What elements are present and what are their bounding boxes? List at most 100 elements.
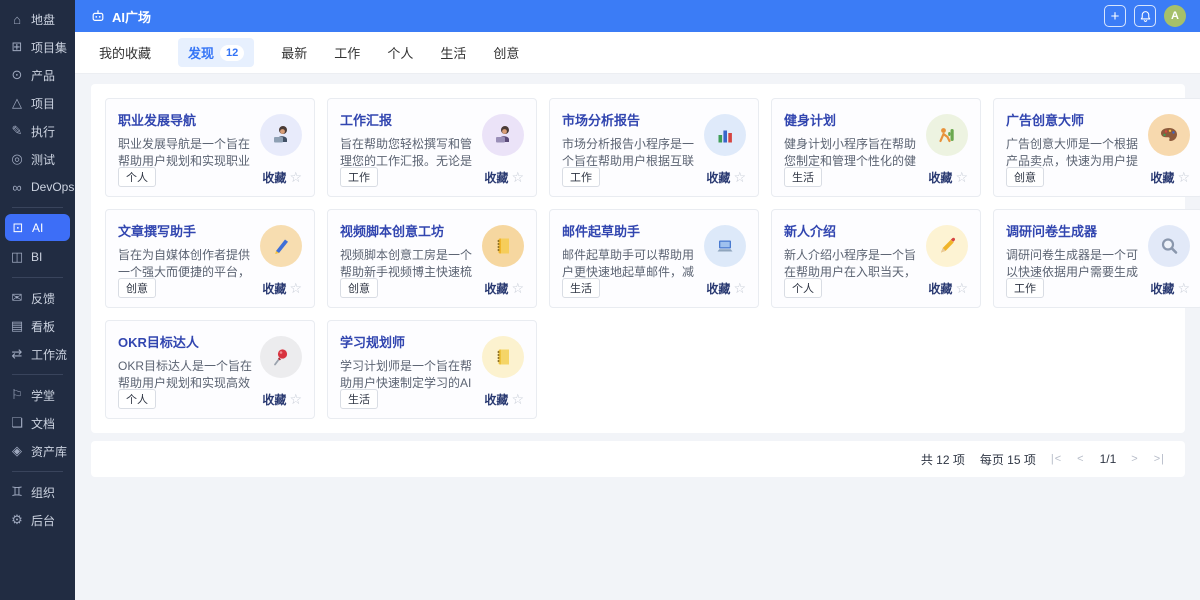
star-icon: ☆ bbox=[1177, 280, 1190, 297]
card-description: 职业发展导航是一个旨在帮助用户规划和实现职业目标的AI小... bbox=[118, 136, 260, 170]
sidebar-item-feedback[interactable]: ✉反馈 bbox=[0, 284, 75, 312]
tab-creative[interactable]: 创意 bbox=[493, 43, 519, 62]
sidebar-item-admin[interactable]: ⚙后台 bbox=[0, 506, 75, 534]
sidebar: ⌂地盘 ⊞项目集 ⊙产品 △项目 ✎执行 ◎测试 ∞DevOps ⊡AI ◫BI… bbox=[0, 0, 75, 600]
assets-icon: ◈ bbox=[10, 443, 24, 459]
create-button[interactable]: + bbox=[1104, 5, 1126, 27]
sidebar-item-product[interactable]: ⊙产品 bbox=[0, 61, 75, 89]
notifications-button[interactable] bbox=[1134, 5, 1156, 27]
app-card-article-writer[interactable]: 文章撰写助手 旨在为自媒体创作者提供一个强大而便捷的平台，助力您撰写... 创意… bbox=[105, 209, 315, 308]
favorite-button[interactable]: 收藏☆ bbox=[706, 169, 746, 186]
star-icon: ☆ bbox=[955, 280, 968, 297]
star-icon: ☆ bbox=[955, 169, 968, 186]
discover-count-badge: 12 bbox=[220, 45, 244, 61]
pagination-bar: 共 12 项 每页 15 项 |< < 1/1 > >| bbox=[91, 441, 1185, 477]
tab-discover[interactable]: 发现12 bbox=[178, 38, 254, 67]
fitness-icon bbox=[926, 114, 968, 156]
sidebar-item-docs[interactable]: ❏文档 bbox=[0, 409, 75, 437]
favorite-button[interactable]: 收藏☆ bbox=[262, 391, 302, 408]
sidebar-item-home[interactable]: ⌂地盘 bbox=[0, 5, 75, 33]
organization-icon: ♊ bbox=[10, 484, 24, 500]
sidebar-item-school[interactable]: ⚐学堂 bbox=[0, 381, 75, 409]
notebook-icon bbox=[482, 336, 524, 378]
star-icon: ☆ bbox=[511, 169, 524, 186]
sidebar-item-workflow[interactable]: ⇄工作流 bbox=[0, 340, 75, 368]
favorite-button[interactable]: 收藏☆ bbox=[484, 391, 524, 408]
tab-my-favorites[interactable]: 我的收藏 bbox=[99, 43, 151, 62]
tab-personal[interactable]: 个人 bbox=[387, 43, 413, 62]
project-set-icon: ⊞ bbox=[10, 39, 24, 55]
app-card-survey-generator[interactable]: 调研问卷生成器 调研问卷生成器是一个可以快速依据用户需要生成问卷内容的... 工… bbox=[993, 209, 1200, 308]
card-title: 新人介绍 bbox=[784, 221, 926, 240]
app-card-study-planner[interactable]: 学习规划师 学习计划师是一个旨在帮助用户快速制定学习的AI小程序，为... 生活… bbox=[327, 320, 537, 419]
favorite-button[interactable]: 收藏☆ bbox=[1150, 280, 1190, 297]
app-card-video-script-workshop[interactable]: 视频脚本创意工坊 视频脚本创意工房是一个帮助新手视频博主快速梳理视频创作... … bbox=[327, 209, 537, 308]
notebook-icon bbox=[482, 225, 524, 267]
star-icon: ☆ bbox=[1177, 169, 1190, 186]
sidebar-item-project-set[interactable]: ⊞项目集 bbox=[0, 33, 75, 61]
current-page-indicator: 1/1 bbox=[1100, 452, 1117, 466]
favorite-button[interactable]: 收藏☆ bbox=[484, 169, 524, 186]
writing-pen-icon bbox=[260, 225, 302, 267]
workflow-icon: ⇄ bbox=[10, 346, 24, 362]
favorite-button[interactable]: 收藏☆ bbox=[262, 169, 302, 186]
favorite-button[interactable]: 收藏☆ bbox=[928, 169, 968, 186]
sidebar-item-devops[interactable]: ∞DevOps bbox=[0, 173, 75, 201]
tab-latest[interactable]: 最新 bbox=[281, 43, 307, 62]
prev-page-button[interactable]: < bbox=[1077, 453, 1084, 465]
app-card-market-analysis[interactable]: 市场分析报告 市场分析报告小程序是一个旨在帮助用户根据互联网信息快速... 工作… bbox=[549, 98, 759, 197]
favorite-button[interactable]: 收藏☆ bbox=[484, 280, 524, 297]
last-page-button[interactable]: >| bbox=[1154, 453, 1165, 465]
card-title: 广告创意大师 bbox=[1006, 110, 1148, 129]
app-card-okr-master[interactable]: OKR目标达人 OKR目标达人是一个旨在帮助用户规划和实现高效目标管理的A...… bbox=[105, 320, 315, 419]
favorite-button[interactable]: 收藏☆ bbox=[1150, 169, 1190, 186]
app-card-newcomer-intro[interactable]: 新人介绍 新人介绍小程序是一个旨在帮助用户在入职当天，快速编写自... 个人 收… bbox=[771, 209, 981, 308]
sidebar-item-bi[interactable]: ◫BI bbox=[0, 243, 75, 271]
tab-life[interactable]: 生活 bbox=[440, 43, 466, 62]
total-count: 共 12 项 bbox=[921, 451, 965, 468]
card-description: 调研问卷生成器是一个可以快速依据用户需要生成问卷内容的... bbox=[1006, 247, 1148, 281]
sidebar-item-ai[interactable]: ⊡AI bbox=[5, 214, 70, 241]
document-icon: ❏ bbox=[10, 415, 24, 431]
category-tag: 个人 bbox=[118, 167, 156, 187]
bar-chart-icon bbox=[704, 114, 746, 156]
app-card-work-report[interactable]: 工作汇报 旨在帮助您轻松撰写和管理您的工作汇报。无论是每周、每月... 工作 收… bbox=[327, 98, 537, 197]
sidebar-item-kanban[interactable]: ▤看板 bbox=[0, 312, 75, 340]
sidebar-divider bbox=[12, 471, 63, 472]
category-tag: 创意 bbox=[118, 278, 156, 298]
app-card-career-navigator[interactable]: 职业发展导航 职业发展导航是一个旨在帮助用户规划和实现职业目标的AI小... 个… bbox=[105, 98, 315, 197]
app-card-grid: 职业发展导航 职业发展导航是一个旨在帮助用户规划和实现职业目标的AI小... 个… bbox=[91, 84, 1185, 433]
card-description: 旨在为自媒体创作者提供一个强大而便捷的平台，助力您撰写... bbox=[118, 247, 260, 281]
star-icon: ☆ bbox=[511, 280, 524, 297]
card-title: 视频脚本创意工坊 bbox=[340, 221, 482, 240]
app-card-ad-creative-master[interactable]: 广告创意大师 广告创意大师是一个根据产品卖点，快速为用户提供广告文案... 创意… bbox=[993, 98, 1200, 197]
category-tag: 工作 bbox=[1006, 278, 1044, 298]
app-card-fitness-plan[interactable]: 健身计划 健身计划小程序旨在帮助您制定和管理个性化的健身计划，让... 生活 收… bbox=[771, 98, 981, 197]
home-icon: ⌂ bbox=[10, 12, 24, 27]
sidebar-item-execute[interactable]: ✎执行 bbox=[0, 117, 75, 145]
school-icon: ⚐ bbox=[10, 387, 24, 403]
sidebar-item-project[interactable]: △项目 bbox=[0, 89, 75, 117]
category-tag: 生活 bbox=[562, 278, 600, 298]
card-description: 视频脚本创意工房是一个帮助新手视频博主快速梳理视频创作... bbox=[340, 247, 482, 281]
star-icon: ☆ bbox=[289, 280, 302, 297]
favorite-button[interactable]: 收藏☆ bbox=[928, 280, 968, 297]
card-title: 工作汇报 bbox=[340, 110, 482, 129]
favorite-button[interactable]: 收藏☆ bbox=[262, 280, 302, 297]
sidebar-item-test[interactable]: ◎测试 bbox=[0, 145, 75, 173]
category-tag: 个人 bbox=[118, 389, 156, 409]
category-tag: 工作 bbox=[340, 167, 378, 187]
sidebar-item-assets[interactable]: ◈资产库 bbox=[0, 437, 75, 465]
card-title: 健身计划 bbox=[784, 110, 926, 129]
next-page-button[interactable]: > bbox=[1131, 453, 1138, 465]
favorite-button[interactable]: 收藏☆ bbox=[706, 280, 746, 297]
project-icon: △ bbox=[10, 95, 24, 111]
tab-work[interactable]: 工作 bbox=[334, 43, 360, 62]
category-tag: 创意 bbox=[340, 278, 378, 298]
kanban-icon: ▤ bbox=[10, 318, 24, 334]
first-page-button[interactable]: |< bbox=[1051, 453, 1062, 465]
card-description: 学习计划师是一个旨在帮助用户快速制定学习的AI小程序，为... bbox=[340, 358, 482, 392]
app-card-email-drafter[interactable]: 邮件起草助手 邮件起草助手可以帮助用户更快速地起草邮件，减少繁琐的手... 生活… bbox=[549, 209, 759, 308]
sidebar-item-organization[interactable]: ♊组织 bbox=[0, 478, 75, 506]
user-avatar[interactable]: A bbox=[1164, 5, 1186, 27]
